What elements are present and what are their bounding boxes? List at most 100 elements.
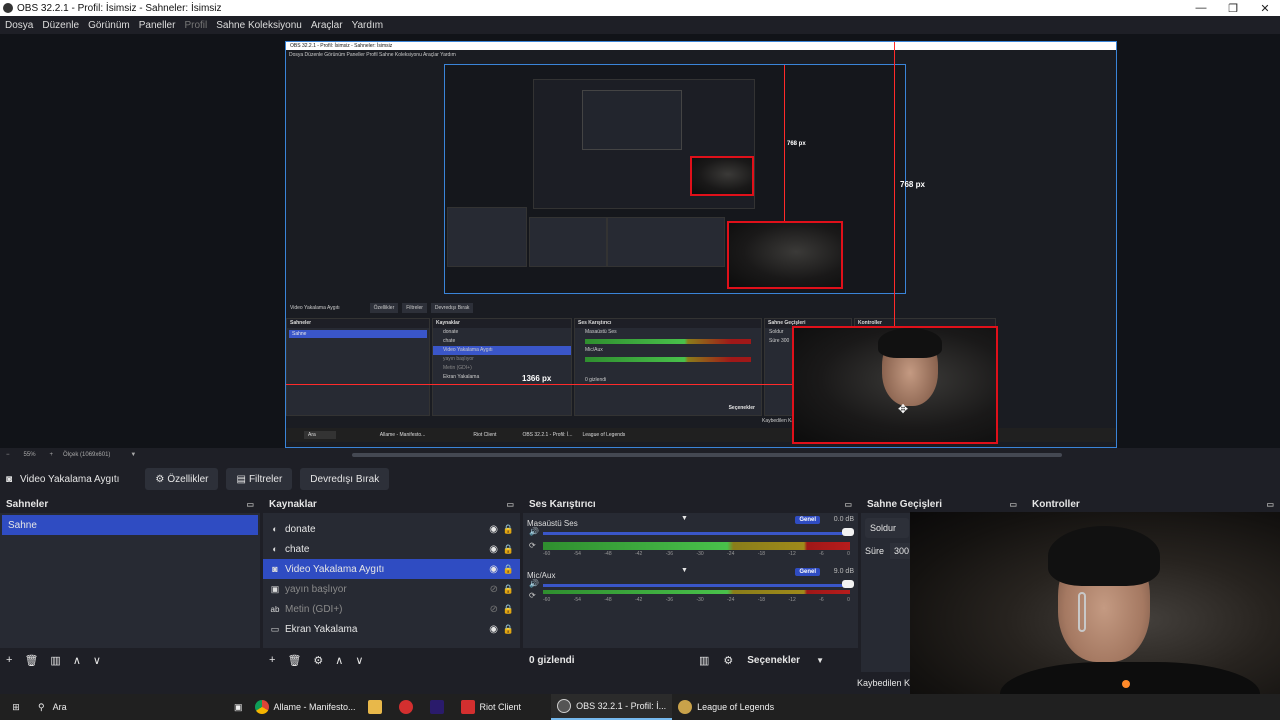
menu-profile[interactable]: Profil — [184, 20, 207, 31]
properties-button[interactable]: ⚙ Özellikler — [145, 468, 219, 490]
menu-edit[interactable]: Düzenle — [42, 20, 79, 31]
channel-badge[interactable]: Genel — [795, 516, 820, 524]
menu-docks[interactable]: Paneller — [139, 20, 176, 31]
scale-tick: -42 — [635, 551, 643, 557]
taskbar-premiere[interactable] — [424, 694, 455, 720]
taskbar-folder[interactable] — [362, 694, 393, 720]
undock-icon[interactable]: ▭ — [506, 500, 514, 509]
settings-icon[interactable]: ⟳ — [529, 541, 536, 550]
maximize-button[interactable]: ❐ — [1218, 0, 1248, 16]
scene-item[interactable]: Sahne — [2, 515, 258, 535]
menu-scene-collection[interactable]: Sahne Koleksiyonu — [216, 20, 302, 31]
selected-source-label: Video Yakalama Aygıtı — [20, 473, 120, 485]
volume-knob[interactable] — [842, 528, 854, 536]
lol-icon — [678, 700, 693, 714]
menu-view[interactable]: Görünüm — [88, 20, 130, 31]
source-item-stream-starting[interactable]: ▣ yayın başlıyor ⊘ 🔒 — [263, 579, 520, 599]
volume-slider[interactable] — [543, 584, 850, 587]
preview-canvas[interactable]: OBS 32.2.1 - Profil: İsimsiz - Sahneler:… — [285, 41, 1117, 448]
scale-dropdown[interactable]: Ölçek (1069x601) — [63, 452, 110, 458]
transition-select[interactable]: Soldur — [865, 518, 909, 538]
taskbar-riot-client[interactable]: Riot Client — [455, 694, 528, 720]
undock-icon[interactable]: ▭ — [1009, 500, 1017, 509]
zoom-in-button[interactable]: + — [50, 452, 54, 458]
volume-slider[interactable] — [543, 532, 850, 535]
move-down-icon[interactable]: ∨ — [93, 654, 101, 667]
source-item-donate[interactable]: ◐ donate ◉ 🔒 — [263, 519, 520, 539]
hidden-count: 0 gizlendi — [529, 654, 575, 666]
undock-icon[interactable]: ▭ — [1266, 500, 1274, 509]
eye-icon[interactable]: ◉ — [489, 624, 498, 635]
menu-help[interactable]: Yardım — [352, 20, 384, 31]
volume-knob[interactable] — [842, 580, 854, 588]
options-button[interactable]: Seçenekler — [747, 655, 800, 666]
minimize-button[interactable]: — — [1186, 0, 1216, 16]
eye-icon[interactable]: ◉ — [489, 544, 498, 555]
speaker-icon[interactable]: 🔊 — [529, 527, 539, 536]
remove-scene-icon[interactable]: 🗑 — [24, 654, 38, 667]
lock-icon[interactable]: 🔒 — [503, 524, 514, 535]
menu-file[interactable]: Dosya — [5, 20, 33, 31]
channel-db: 9.0 dB — [833, 568, 854, 575]
menu-tools[interactable]: Araçlar — [311, 20, 343, 31]
selected-source: ◙ Video Yakalama Aygıtı — [6, 474, 119, 485]
undock-icon[interactable]: ▭ — [844, 500, 852, 509]
lock-icon[interactable]: 🔒 — [503, 564, 514, 575]
disable-button[interactable]: Devredışı Bırak — [300, 468, 390, 490]
speaker-icon[interactable]: 🔊 — [529, 579, 539, 588]
chevron-down-icon[interactable]: ▼ — [816, 656, 824, 665]
source-item-text[interactable]: ab Metin (GDI+) ⊘ 🔒 — [263, 599, 520, 619]
source-label: donate — [285, 523, 316, 535]
filters-button[interactable]: ▤ Filtreler — [226, 468, 293, 490]
move-up-icon[interactable]: ∧ — [335, 654, 343, 667]
scale-tick: -18 — [757, 551, 766, 557]
eye-icon[interactable]: ◉ — [489, 564, 498, 575]
add-source-icon[interactable]: + — [269, 654, 275, 666]
source-item-video-capture[interactable]: ◙ Video Yakalama Aygıtı ◉ 🔒 — [263, 559, 520, 579]
taskbar-label: Riot Client — [479, 702, 522, 712]
scale-tick: -6 — [819, 551, 824, 557]
settings-icon[interactable]: ⟳ — [529, 591, 536, 600]
remove-source-icon[interactable]: 🗑 — [287, 654, 301, 667]
source-item-chate[interactable]: ◐ chate ◉ 🔒 — [263, 539, 520, 559]
globe-icon: ◐ — [272, 544, 278, 554]
lock-icon[interactable]: 🔒 — [503, 604, 514, 615]
taskbar-obs[interactable]: OBS 32.2.1 - Profil: İ... — [551, 694, 673, 720]
taskbar-league[interactable]: League of Legends — [672, 694, 780, 720]
eye-hidden-icon[interactable]: ⊘ — [490, 604, 498, 615]
lock-icon[interactable]: 🔒 — [503, 624, 514, 635]
selected-camera-source[interactable]: ✥ — [792, 326, 998, 444]
lock-icon[interactable]: 🔒 — [503, 544, 514, 555]
move-up-icon[interactable]: ∧ — [73, 654, 81, 667]
lock-icon[interactable]: 🔒 — [503, 584, 514, 595]
move-down-icon[interactable]: ∨ — [355, 654, 363, 667]
gear-icon[interactable]: ⚙ — [723, 654, 733, 667]
taskbar-search[interactable]: ⚲ Ara — [32, 694, 228, 720]
preview-area[interactable]: OBS 32.2.1 - Profil: İsimsiz - Sahneler:… — [0, 34, 1280, 448]
scale-tick: -48 — [604, 551, 612, 557]
windows-start-icon[interactable]: ⊞ — [0, 694, 32, 720]
source-item-screen-capture[interactable]: ▭ Ekran Yakalama ◉ 🔒 — [263, 619, 520, 639]
chevron-down-icon[interactable]: ▼ — [130, 452, 136, 458]
eye-hidden-icon[interactable]: ⊘ — [490, 584, 498, 595]
task-view-icon[interactable]: ▣ — [228, 694, 249, 720]
chevron-down-icon[interactable]: ▼ — [681, 515, 688, 522]
channel-badge[interactable]: Genel — [795, 568, 820, 576]
add-scene-icon[interactable]: + — [6, 654, 12, 666]
taskbar-label: League of Legends — [697, 702, 775, 712]
mic-light — [1122, 680, 1130, 688]
zoom-out-button[interactable]: − — [6, 452, 10, 458]
gear-icon[interactable]: ⚙ — [313, 654, 323, 667]
taskbar-riot-app[interactable] — [393, 694, 424, 720]
scene-filters-icon[interactable]: ▥ — [50, 654, 60, 667]
undock-icon[interactable]: ▭ — [246, 500, 254, 509]
chevron-down-icon[interactable]: ▼ — [681, 567, 688, 574]
close-button[interactable]: ✕ — [1250, 0, 1280, 16]
horizontal-scrollbar[interactable] — [352, 453, 1062, 457]
taskbar-chrome[interactable]: Allame - Manifesto... — [249, 694, 362, 720]
layout-icon[interactable]: ▥ — [699, 654, 709, 667]
nested-mini-scenes — [447, 207, 527, 267]
eye-icon[interactable]: ◉ — [489, 524, 498, 535]
source-label: yayın başlıyor — [285, 583, 347, 595]
level-meter — [543, 542, 850, 550]
